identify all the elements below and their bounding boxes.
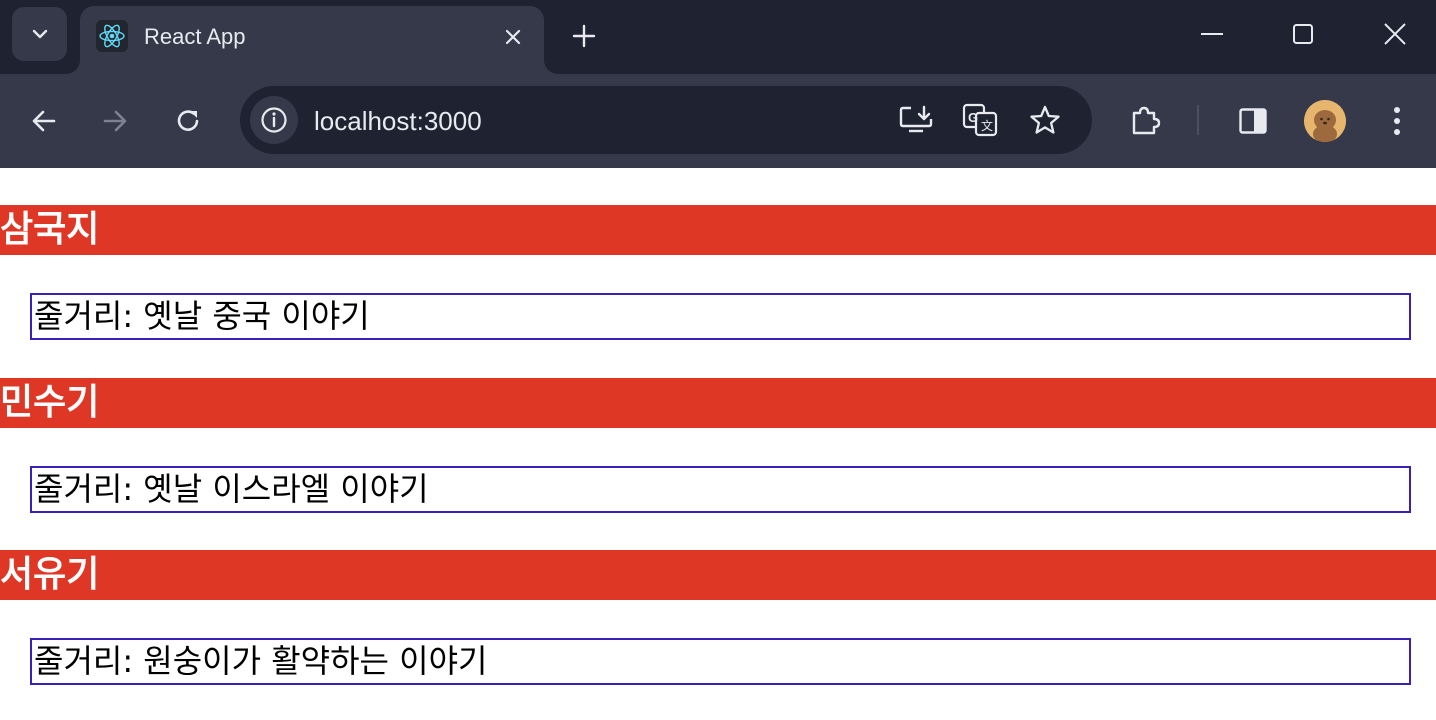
tab-search-button[interactable] [12,7,67,61]
browser-menu-button[interactable] [1376,100,1418,142]
book-title: 민수기 [0,378,1436,428]
extensions-button[interactable] [1125,100,1167,142]
react-icon [96,20,128,52]
forward-button[interactable] [94,100,136,142]
install-app-icon [899,105,933,133]
browser-toolbar: localhost:3000 G 文 [0,74,1436,168]
page-content: 삼국지 줄거리: 옛날 중국 이야기 민수기 줄거리: 옛날 이스라엘 이야기 … [0,168,1436,720]
reload-icon [177,110,199,131]
forward-arrow-icon [103,110,127,132]
tab-title: React App [144,24,246,49]
chevron-down-icon [32,29,47,39]
toolbar-divider [1197,105,1199,135]
kebab-menu-icon [1394,107,1400,135]
reload-button[interactable] [167,100,209,142]
install-app-button[interactable] [896,100,936,140]
info-icon [261,107,287,133]
book-description: 줄거리: 원숭이가 활약하는 이야기 [30,638,1411,685]
profile-icon [1304,100,1346,142]
book-item: 서유기 [0,550,1436,600]
book-description: 줄거리: 옛날 이스라엘 이야기 [30,466,1411,513]
new-tab-button[interactable] [566,18,602,54]
minimize-button[interactable] [1192,14,1232,54]
back-button[interactable] [23,100,65,142]
translate-button[interactable]: G 文 [960,100,1000,140]
puzzle-icon [1132,106,1161,135]
close-icon [1384,23,1406,45]
url-text[interactable]: localhost:3000 [314,106,482,137]
book-title: 삼국지 [0,205,1436,255]
book-item: 삼국지 [0,205,1436,255]
back-arrow-icon [32,110,56,132]
book-item: 민수기 [0,378,1436,428]
svg-text:文: 文 [981,118,993,133]
svg-text:G: G [968,110,978,125]
translate-icon: G 文 [962,103,998,137]
tab-close-button[interactable] [498,22,528,52]
book-description: 줄거리: 옛날 중국 이야기 [30,293,1411,340]
bookmark-button[interactable] [1025,100,1065,140]
close-window-button[interactable] [1375,14,1415,54]
close-icon [505,29,521,45]
tab-strip: React App [0,0,1436,74]
address-bar[interactable]: localhost:3000 G 文 [240,86,1092,154]
book-title: 서유기 [0,550,1436,600]
avatar[interactable] [1304,100,1346,142]
plus-icon [572,24,596,48]
active-tab[interactable]: React App [80,6,544,74]
maximize-icon [1293,24,1313,44]
minimize-icon [1201,33,1223,35]
star-icon [1030,105,1060,134]
side-panel-icon [1239,108,1267,134]
site-info-button[interactable] [250,96,298,144]
side-panel-button[interactable] [1232,100,1274,142]
maximize-button[interactable] [1283,14,1323,54]
